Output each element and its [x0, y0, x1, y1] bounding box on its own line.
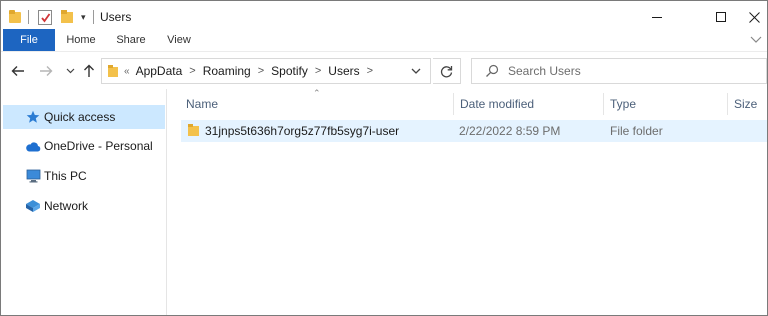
search-box[interactable] — [471, 58, 767, 84]
nav-item-label: Network — [44, 199, 89, 213]
back-button[interactable] — [9, 61, 27, 81]
properties-icon[interactable] — [38, 9, 52, 25]
forward-button[interactable] — [37, 61, 55, 81]
folder-icon — [188, 124, 199, 137]
breadcrumb-item[interactable]: Users — [328, 64, 359, 78]
customize-toolbar-dropdown-icon[interactable]: ▾ — [81, 8, 86, 26]
breadcrumb-item[interactable]: Spotify — [271, 64, 308, 78]
nav-item-onedrive[interactable]: OneDrive - Personal — [3, 134, 165, 158]
breadcrumb-item[interactable]: Roaming — [203, 64, 251, 78]
recent-locations-button[interactable] — [61, 61, 79, 81]
breadcrumb-overflow[interactable]: « — [124, 66, 130, 77]
column-header-date-modified[interactable]: Date modified — [454, 93, 604, 115]
chevron-right-icon[interactable]: > — [258, 65, 264, 77]
tab-share[interactable]: Share — [114, 29, 148, 51]
arrow-left-icon — [11, 66, 24, 76]
file-type: File folder — [610, 124, 663, 138]
table-row[interactable]: 31jnps5t636h7org5z77fb5syg7i-user 2/22/2… — [181, 120, 767, 142]
tab-file[interactable]: File — [3, 29, 55, 51]
navigation-pane: Quick access OneDrive - Personal This PC… — [1, 89, 167, 315]
chevron-right-icon[interactable]: > — [367, 65, 373, 77]
explorer-window: ▾ Users File Home Share View « AppData >… — [0, 0, 768, 316]
refresh-icon — [440, 65, 453, 77]
chevron-down-icon — [66, 68, 74, 74]
arrow-up-icon — [84, 64, 94, 77]
chevron-right-icon[interactable]: > — [315, 65, 321, 77]
address-bar[interactable]: « AppData > Roaming > Spotify > Users > — [101, 58, 431, 84]
address-history-dropdown-icon[interactable] — [409, 64, 423, 78]
search-icon — [486, 64, 499, 77]
ribbon-tabs: File Home Share View — [1, 29, 767, 51]
computer-icon — [25, 168, 41, 184]
nav-item-network[interactable]: Network — [3, 194, 165, 218]
nav-item-this-pc[interactable]: This PC — [3, 164, 165, 188]
cloud-icon — [25, 138, 41, 154]
toolbar-divider — [28, 10, 29, 24]
up-button[interactable] — [80, 61, 98, 81]
close-icon — [748, 11, 760, 23]
breadcrumb: « AppData > Roaming > Spotify > Users > — [124, 59, 380, 83]
maximize-icon — [716, 12, 726, 22]
minimize-icon — [652, 16, 662, 18]
arrow-right-icon — [40, 66, 53, 76]
folder-icon[interactable] — [9, 8, 21, 26]
nav-item-label: Quick access — [44, 110, 116, 124]
nav-item-label: This PC — [44, 169, 87, 183]
column-header-type[interactable]: Type — [604, 93, 728, 115]
tab-view[interactable]: View — [164, 29, 194, 51]
network-icon — [25, 198, 41, 214]
toolbar-divider — [92, 10, 94, 24]
star-icon — [25, 109, 41, 125]
chevron-right-icon[interactable]: > — [189, 65, 195, 77]
folder-icon — [108, 65, 118, 78]
window-title: Users — [100, 10, 132, 24]
new-folder-icon[interactable] — [61, 10, 74, 24]
tab-home[interactable]: Home — [63, 29, 99, 51]
nav-item-label: OneDrive - Personal — [44, 139, 153, 153]
refresh-button[interactable] — [433, 58, 461, 84]
column-header-name[interactable]: Name — [180, 93, 454, 115]
column-header-size[interactable]: Size — [728, 93, 767, 115]
search-input[interactable] — [508, 62, 758, 80]
file-date-modified: 2/22/2022 8:59 PM — [459, 124, 561, 138]
file-list: ⌃ Name Date modified Type Size 31jnps5t6… — [168, 88, 767, 315]
expand-ribbon-icon[interactable] — [749, 32, 763, 46]
file-name[interactable]: 31jnps5t636h7org5z77fb5syg7i-user — [205, 120, 399, 142]
nav-item-quick-access[interactable]: Quick access — [3, 105, 165, 129]
breadcrumb-item[interactable]: AppData — [136, 64, 183, 78]
quick-access-toolbar: ▾ — [9, 8, 101, 26]
column-headers: Name Date modified Type Size — [168, 93, 767, 115]
address-row: « AppData > Roaming > Spotify > Users > — [1, 51, 767, 89]
